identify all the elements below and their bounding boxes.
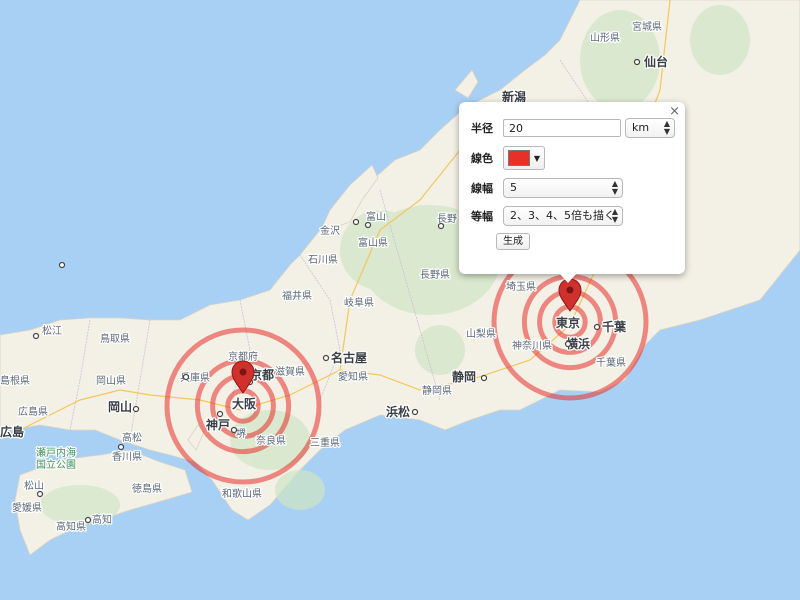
- label-kanagawa: 神奈川県: [512, 339, 552, 352]
- label-fukui: 福井県: [282, 289, 312, 302]
- label-nagoya: 名古屋: [331, 350, 367, 365]
- label-ehime: 愛媛県: [12, 501, 42, 514]
- label-yamagata: 山形県: [590, 32, 620, 44]
- label-wakayama: 和歌山県: [222, 487, 262, 500]
- label-ishikawa: 石川県: [308, 254, 338, 266]
- chevron-down-icon: ▼: [533, 153, 541, 163]
- line-color-picker[interactable]: ▼: [503, 146, 545, 170]
- equal-width-select[interactable]: 2、3、4、5倍も描く ▲ ▼: [503, 206, 623, 226]
- label-saitama: 埼玉県: [506, 280, 536, 293]
- select-arrows-icon: ▲ ▼: [663, 119, 670, 136]
- map-canvas[interactable]: 宮城県 山形県 仙台 新潟 富山 富山県 金沢 石川県 福井県 岐阜県 長野 長…: [0, 0, 800, 600]
- radius-row: 半径 20 km ▲ ▼: [471, 118, 675, 138]
- label-matsue: 松江: [42, 324, 62, 337]
- label-shimane: 島根県: [0, 374, 30, 387]
- label-miyagi: 宮城県: [632, 20, 662, 33]
- label-aichi: 愛知県: [338, 370, 368, 383]
- label-setonaikai-2: 国立公園: [36, 458, 76, 471]
- label-sakai: 堺: [236, 428, 246, 440]
- label-kochi-ken: 高知県: [56, 520, 86, 533]
- label-nara: 奈良県: [256, 434, 286, 447]
- label-tokushima: 徳島県: [132, 482, 162, 495]
- label-tokyo: 東京: [556, 315, 580, 330]
- label-chiba: 千葉県: [596, 356, 626, 369]
- label-hiroshima: 広島: [0, 424, 24, 439]
- unit-select[interactable]: km ▲ ▼: [625, 118, 675, 138]
- label-sendai: 仙台: [644, 54, 668, 69]
- label-kochi: 高知: [92, 513, 112, 526]
- label-toyama: 富山県: [358, 236, 388, 249]
- label-gifu: 岐阜県: [344, 296, 374, 309]
- select-arrows-icon: ▲ ▼: [611, 179, 618, 196]
- label-nagano: 長野県: [420, 269, 450, 281]
- radius-input[interactable]: 20: [503, 119, 621, 137]
- generate-button[interactable]: 生成: [496, 233, 530, 250]
- line-width-value: 5: [510, 181, 517, 194]
- line-color-label: 線色: [471, 152, 493, 165]
- color-swatch: [507, 150, 530, 166]
- label-toyama-city: 富山: [366, 210, 386, 223]
- label-osaka: 大阪: [232, 396, 257, 411]
- label-yamanashi: 山梨県: [466, 327, 496, 340]
- equal-width-value: 2、3、4、5倍も描く: [510, 209, 615, 222]
- radius-label: 半径: [471, 122, 493, 135]
- line-width-label: 線幅: [471, 182, 493, 195]
- label-shizuoka: 静岡県: [422, 384, 452, 397]
- unit-select-value: km: [632, 121, 650, 134]
- line-color-row: 線色 ▼: [471, 146, 545, 170]
- label-okayama: 岡山: [108, 399, 132, 414]
- label-takamatsu: 高松: [122, 431, 142, 444]
- equal-width-row: 等幅 2、3、4、5倍も描く ▲ ▼: [471, 206, 623, 226]
- label-tottori: 鳥取県: [100, 332, 130, 345]
- label-chiba-city: 千葉: [602, 319, 627, 334]
- infowindow-tail: [559, 273, 577, 283]
- label-okayama-ken: 岡山県: [96, 375, 126, 387]
- label-kanazawa: 金沢: [320, 224, 340, 237]
- circle-settings-infowindow: × 半径 20 km ▲ ▼ 線色 ▼ 線幅 5 ▲ ▼ 等幅 2、3、4、5倍も描…: [459, 102, 685, 283]
- label-shizuoka-city: 静岡: [452, 369, 476, 384]
- select-arrows-icon: ▲ ▼: [611, 207, 618, 224]
- label-kobe: 神戸: [206, 417, 230, 432]
- label-setonaikai-1: 瀬戸内海: [36, 446, 76, 459]
- label-matsuyama: 松山: [24, 479, 44, 492]
- line-width-row: 線幅 5 ▲ ▼: [471, 178, 623, 198]
- equal-width-label: 等幅: [471, 210, 493, 223]
- label-kagawa: 香川県: [112, 451, 142, 463]
- label-hiroshima-ken: 広島県: [18, 405, 48, 418]
- label-mie: 三重県: [310, 436, 340, 449]
- label-hamamatsu: 浜松: [386, 404, 410, 419]
- line-width-select[interactable]: 5 ▲ ▼: [503, 178, 623, 198]
- label-shiga: 滋賀県: [275, 365, 305, 378]
